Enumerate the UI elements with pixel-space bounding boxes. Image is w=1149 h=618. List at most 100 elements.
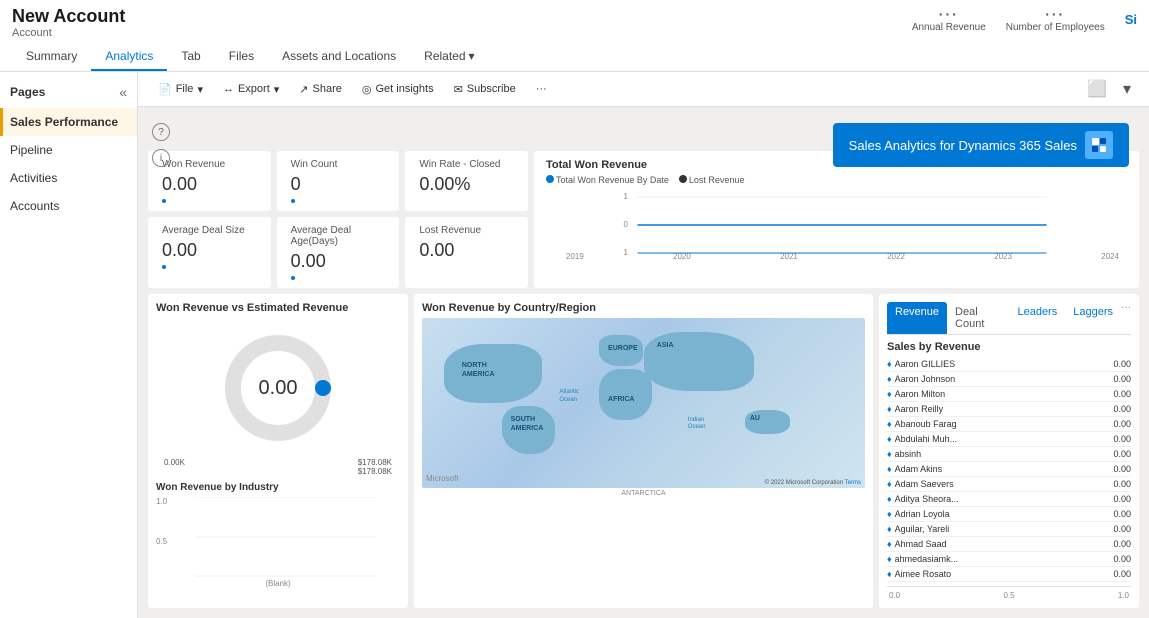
revenue-tab[interactable]: Revenue bbox=[887, 302, 947, 334]
employees-label: Number of Employees bbox=[1006, 22, 1105, 33]
svg-text:0: 0 bbox=[624, 220, 629, 229]
au-label: AU bbox=[750, 415, 760, 422]
list-item: ♦Adrian Loyola0.00 bbox=[887, 507, 1131, 522]
export-icon: ↔ bbox=[223, 83, 234, 95]
line-chart-area: 1 0 1 bbox=[546, 189, 1127, 259]
map-footer: © 2022 Microsoft Corporation Terms bbox=[765, 480, 861, 486]
donut-value: 0.00 bbox=[259, 377, 298, 400]
expand-arrow-icon: ▾ bbox=[1117, 77, 1137, 101]
export-button[interactable]: ↔ Export ▾ bbox=[215, 80, 287, 99]
item-name: ♦Aguilar, Yareli bbox=[887, 524, 949, 534]
insights-label: Get insights bbox=[375, 83, 433, 95]
tab-related[interactable]: Related ▾ bbox=[410, 43, 488, 71]
item-name: ♦Aaron Reilly bbox=[887, 404, 943, 414]
line-chart-svg: 1 0 1 bbox=[546, 189, 1127, 259]
get-insights-button[interactable]: ◎ Get insights bbox=[354, 80, 442, 99]
item-value: 0.00 bbox=[1113, 569, 1131, 579]
kpi-win-count: Win Count 0 bbox=[277, 151, 400, 211]
sidebar-item-pipeline[interactable]: Pipeline bbox=[0, 136, 137, 164]
share-icon: ↗ bbox=[299, 83, 308, 96]
user-initials: Si bbox=[1125, 12, 1137, 27]
legend-lost-revenue: Lost Revenue bbox=[679, 175, 745, 185]
dynamics-logo-icon bbox=[1089, 135, 1109, 155]
annual-revenue-label: Annual Revenue bbox=[912, 22, 986, 33]
more-options-button[interactable]: ··· bbox=[528, 80, 555, 98]
sa-title: Sales Analytics for Dynamics 365 Sales bbox=[849, 138, 1077, 153]
item-name: ♦Aimee Rosato bbox=[887, 569, 951, 579]
item-name: ♦Abanoub Farag bbox=[887, 419, 957, 429]
axis-1: 1.0 bbox=[1118, 591, 1129, 600]
item-value: 0.00 bbox=[1113, 449, 1131, 459]
sidebar-collapse-button[interactable]: « bbox=[119, 84, 127, 100]
axis-05: 0.5 bbox=[1003, 591, 1014, 600]
subscribe-button[interactable]: ✉ Subscribe bbox=[446, 80, 524, 99]
expand-button[interactable]: ⬜ bbox=[1081, 77, 1113, 101]
as-label: ASIA bbox=[657, 342, 674, 349]
kpi-win-rate-label: Win Rate - Closed bbox=[419, 159, 514, 170]
top-header: New Account Account ··· Annual Revenue ·… bbox=[0, 0, 1149, 72]
map-terms-link[interactable]: Terms bbox=[845, 480, 861, 486]
tab-analytics[interactable]: Analytics bbox=[91, 43, 167, 71]
sidebar-item-accounts[interactable]: Accounts bbox=[0, 192, 137, 220]
list-item: ♦Abdulahi Muh...0.00 bbox=[887, 432, 1131, 447]
info-icon-1[interactable]: ? bbox=[152, 123, 170, 141]
tab-files[interactable]: Files bbox=[215, 43, 268, 71]
list-item: ♦Aaron GILLIES0.00 bbox=[887, 357, 1131, 372]
industry-svg bbox=[171, 497, 400, 577]
item-value: 0.00 bbox=[1113, 374, 1131, 384]
sidebar: Pages « Sales Performance Pipeline Activ… bbox=[0, 72, 138, 618]
tab-tab[interactable]: Tab bbox=[167, 43, 214, 71]
won-vs-estimated-title: Won Revenue vs Estimated Revenue bbox=[156, 302, 400, 314]
item-value: 0.00 bbox=[1113, 494, 1131, 504]
insights-icon: ◎ bbox=[362, 83, 372, 96]
account-info: New Account Account bbox=[12, 6, 125, 39]
annual-revenue-dots: ··· bbox=[912, 6, 986, 22]
total-won-revenue-chart: Total Won Revenue Total Won Revenue By D… bbox=[534, 151, 1139, 288]
info-icon-2[interactable]: i bbox=[152, 149, 170, 167]
kpi-row2: Average Deal Size 0.00 Average Deal Age(… bbox=[148, 217, 528, 288]
file-button[interactable]: 📄 File ▾ bbox=[150, 80, 211, 99]
tab-assets[interactable]: Assets and Locations bbox=[268, 43, 410, 71]
leaders-link[interactable]: Leaders bbox=[1009, 302, 1065, 334]
item-value: 0.00 bbox=[1113, 389, 1131, 399]
item-value: 0.00 bbox=[1113, 509, 1131, 519]
list-item: ♦Adam Akins0.00 bbox=[887, 462, 1131, 477]
item-value: 0.00 bbox=[1113, 464, 1131, 474]
laggers-link[interactable]: Laggers bbox=[1065, 302, 1121, 334]
panel-more-icon[interactable]: ··· bbox=[1121, 302, 1131, 334]
file-label: File bbox=[176, 83, 194, 95]
sidebar-item-sales-performance[interactable]: Sales Performance bbox=[0, 108, 137, 136]
share-button[interactable]: ↗ Share bbox=[291, 80, 350, 99]
atlantic-label: AtlanticOcean bbox=[559, 389, 579, 403]
subscribe-icon: ✉ bbox=[454, 83, 463, 96]
bing-logo: Microsoft Bing bbox=[426, 471, 458, 486]
file-chevron-icon: ▾ bbox=[197, 83, 203, 96]
kpi-win-rate: Win Rate - Closed 0.00% bbox=[405, 151, 528, 211]
kpi-avg-deal-size-label: Average Deal Size bbox=[162, 225, 257, 236]
kpi-avg-deal-age-label: Average Deal Age(Days) bbox=[291, 225, 386, 247]
kpi-avg-deal-size-value: 0.00 bbox=[162, 240, 257, 261]
report-toolbar: 📄 File ▾ ↔ Export ▾ ↗ Share ◎ bbox=[138, 72, 1149, 107]
list-item: ♦Aaron Johnson0.00 bbox=[887, 372, 1131, 387]
annual-revenue-field: ··· Annual Revenue bbox=[912, 6, 986, 33]
list-item: ♦Aaron Milton0.00 bbox=[887, 387, 1131, 402]
report-content: Won Revenue 0.00 Win Count 0 bbox=[148, 151, 1139, 608]
main-content: Pages « Sales Performance Pipeline Activ… bbox=[0, 72, 1149, 618]
list-item: ♦Ahmad Saad0.00 bbox=[887, 537, 1131, 552]
deal-count-tab[interactable]: Deal Count bbox=[947, 302, 1009, 334]
kpi-win-count-bar bbox=[291, 199, 295, 203]
industry-subtitle: Won Revenue by Industry bbox=[156, 482, 400, 493]
item-value: 0.00 bbox=[1113, 419, 1131, 429]
sidebar-item-activities[interactable]: Activities bbox=[0, 164, 137, 192]
list-item: ♦absinh 0.00 bbox=[887, 447, 1131, 462]
app-container: New Account Account ··· Annual Revenue ·… bbox=[0, 0, 1149, 618]
tab-summary[interactable]: Summary bbox=[12, 43, 91, 71]
employees-dots: ··· bbox=[1006, 6, 1105, 22]
chart-legend: Total Won Revenue By Date Lost Revenue bbox=[546, 175, 1127, 185]
info-icons: ? i bbox=[152, 121, 170, 169]
item-value: 0.00 bbox=[1113, 479, 1131, 489]
kpi-win-rate-value: 0.00% bbox=[419, 174, 514, 195]
item-name: ♦absinh bbox=[887, 449, 921, 459]
won-vs-estimated-chart: Won Revenue vs Estimated Revenue 0.00 0.… bbox=[148, 294, 408, 608]
kpi-avg-deal-bar bbox=[162, 265, 166, 269]
